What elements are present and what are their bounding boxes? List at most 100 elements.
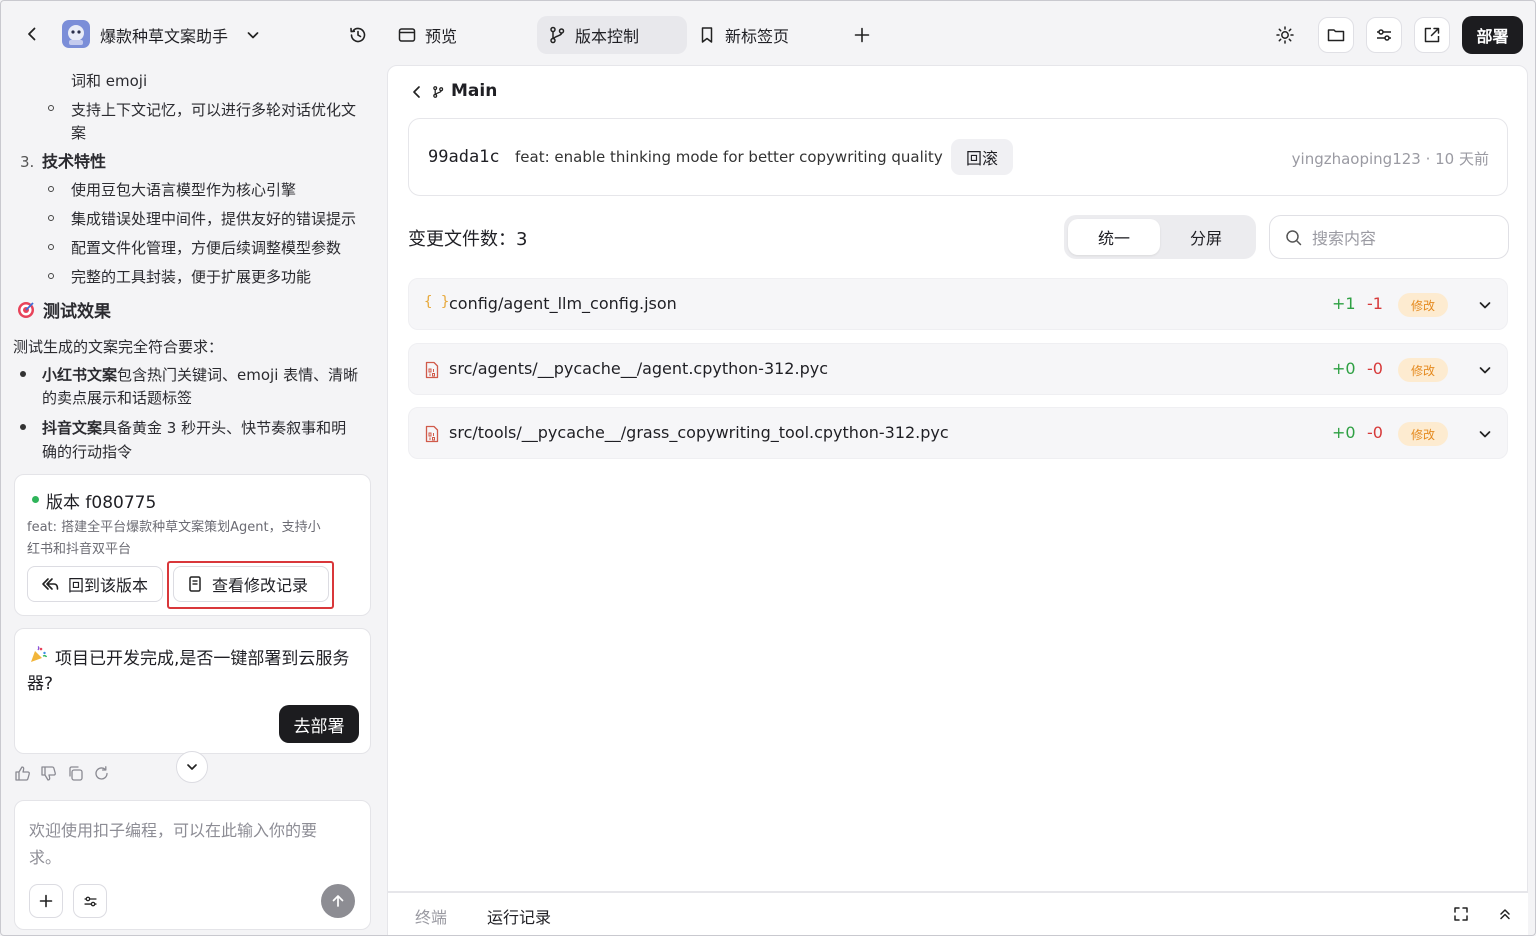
chevron-down-icon[interactable] (245, 27, 261, 43)
chat-line-text: 包含热门关键词、emoji 表情、清晰 (117, 366, 359, 384)
chat-line: 案 (71, 124, 87, 142)
target-icon (16, 300, 36, 327)
json-file-icon: { } (424, 294, 450, 310)
list-bullet (48, 186, 54, 192)
deploy-button[interactable]: 部署 (1462, 16, 1523, 54)
folder-button[interactable] (1318, 17, 1354, 53)
regenerate-icon[interactable] (93, 765, 110, 786)
chevron-down-icon[interactable] (1477, 362, 1493, 378)
chevrons-up-icon[interactable] (1496, 905, 1514, 923)
add-tab-icon[interactable] (852, 25, 872, 45)
branch-name: Main (451, 81, 498, 101)
tab-new-tab-label: 新标签页 (725, 27, 790, 46)
list-number: 3. (20, 153, 35, 171)
plus-icon (39, 894, 53, 908)
chat-line: 支持上下文记忆，可以进行多轮对话优化文 (71, 101, 357, 119)
highlight-box (167, 561, 334, 609)
changed-file-row[interactable]: src/agents/__pycache__/agent.cpython-312… (408, 343, 1508, 395)
chat-line: 确的行动指令 (42, 443, 133, 461)
send-button[interactable] (321, 884, 355, 918)
rollback-button[interactable]: 回滚 (951, 139, 1013, 175)
lines-removed: -0 (1367, 359, 1383, 378)
folder-icon (1327, 29, 1345, 42)
view-mode-split[interactable]: 分屏 (1160, 219, 1252, 255)
history-icon[interactable] (348, 25, 368, 45)
version-control-panel: Main 99ada1c feat: enable thinking mode … (387, 65, 1528, 892)
status-badge: 修改 (1398, 358, 1449, 382)
chat-line: 小红书文案包含热门关键词、emoji 表情、清晰 (42, 363, 358, 387)
thumbs-up-icon[interactable] (14, 765, 31, 786)
attach-button[interactable] (29, 884, 63, 918)
back-icon[interactable] (23, 25, 41, 43)
chevron-down-icon[interactable] (1477, 426, 1493, 442)
tab-new-tab[interactable]: 新标签页 (687, 16, 827, 54)
tab-version-control-label: 版本控制 (575, 27, 640, 46)
copy-icon[interactable] (67, 765, 84, 786)
go-deploy-button[interactable]: 去部署 (279, 705, 359, 743)
branch-back-icon[interactable] (410, 84, 424, 104)
reply-all-icon (42, 578, 59, 590)
chat-input-box[interactable]: 欢迎使用扣子编程，可以在此输入你的要 求。 (14, 800, 371, 930)
chat-input-placeholder: 求。 (29, 848, 62, 867)
restore-version-button[interactable]: 回到该版本 (27, 566, 163, 602)
file-path: src/tools/__pycache__/grass_copywriting_… (449, 423, 949, 442)
chat-line: 抖音文案具备黄金 3 秒开头、快节奏叙事和明 (42, 416, 346, 440)
list-bullet (48, 215, 54, 221)
lines-added: +0 (1332, 423, 1356, 442)
sliders-icon (84, 896, 96, 906)
scroll-down-button[interactable] (176, 751, 208, 783)
tab-version-control[interactable]: 版本控制 (537, 16, 687, 54)
status-badge: 修改 (1398, 422, 1449, 446)
fullscreen-icon[interactable] (1452, 905, 1470, 923)
tab-terminal[interactable]: 终端 (415, 904, 447, 928)
list-bullet (48, 273, 54, 279)
section-heading: 测试效果 (43, 302, 111, 322)
chevron-down-icon[interactable] (1477, 297, 1493, 313)
commit-card: 99ada1c feat: enable thinking mode for b… (408, 118, 1508, 196)
chat-input-placeholder: 欢迎使用扣子编程，可以在此输入你的要 (29, 821, 318, 840)
list-bullet (48, 244, 54, 250)
tab-run-log[interactable]: 运行记录 (487, 904, 551, 928)
lines-added: +0 (1332, 359, 1356, 378)
chat-line: 使用豆包大语言模型作为核心引擎 (71, 181, 297, 199)
binary-file-icon (425, 361, 439, 379)
deploy-prompt-text: 项目已开发完成,是否一键部署到云服务 (55, 649, 350, 669)
top-bar: 爆款种草文案助手 预览 版本控制 新标签页 部署 (1, 1, 1535, 67)
app-window: 爆款种草文案助手 预览 版本控制 新标签页 部署 词和 emoji 支持上下文记… (0, 0, 1536, 936)
file-path: src/agents/__pycache__/agent.cpython-312… (449, 359, 828, 378)
changed-file-row[interactable]: src/tools/__pycache__/grass_copywriting_… (408, 407, 1508, 459)
status-dot (32, 496, 39, 503)
chat-line: 集成错误处理中间件，提供友好的错误提示 (71, 210, 357, 228)
view-mode-unified[interactable]: 统一 (1068, 219, 1160, 255)
list-bullet (48, 105, 54, 111)
sun-icon[interactable] (1275, 25, 1295, 45)
chat-line: 配置文件化管理，方便后续调整模型参数 (71, 239, 342, 257)
project-name[interactable]: 爆款种草文案助手 (100, 23, 228, 47)
input-settings-button[interactable] (73, 884, 107, 918)
version-desc: feat: 搭建全平台爆款种草文案策划Agent，支持小 (27, 520, 321, 535)
tab-preview[interactable]: 预览 (387, 16, 527, 54)
external-link-icon (1424, 27, 1440, 43)
deploy-prompt-text: 器? (27, 674, 54, 694)
status-badge: 修改 (1398, 293, 1449, 317)
git-branch-icon (550, 26, 565, 44)
changed-file-row[interactable]: { } config/agent_llm_config.json +1 -1 修… (408, 278, 1508, 330)
version-desc: 红书和抖音双平台 (27, 542, 132, 557)
party-popper-icon (28, 645, 48, 669)
bold-text: 抖音文案 (42, 419, 103, 437)
search-input[interactable] (1312, 226, 1498, 250)
settings-sliders-button[interactable] (1366, 17, 1402, 53)
chat-line: 完整的工具封装，便于扩展更多功能 (71, 268, 312, 286)
open-external-button[interactable] (1414, 17, 1450, 53)
bold-text: 小红书文案 (42, 366, 118, 384)
chat-line: 词和 emoji (71, 72, 148, 90)
binary-file-icon (425, 425, 439, 443)
project-avatar (61, 19, 91, 49)
search-box (1269, 215, 1509, 259)
restore-version-label: 回到该版本 (68, 576, 149, 595)
browser-window-icon (398, 28, 416, 42)
view-mode-toggle: 统一 分屏 (1064, 215, 1256, 259)
lines-added: +1 (1332, 294, 1356, 313)
thumbs-down-icon[interactable] (40, 765, 57, 786)
git-branch-icon (431, 84, 445, 104)
